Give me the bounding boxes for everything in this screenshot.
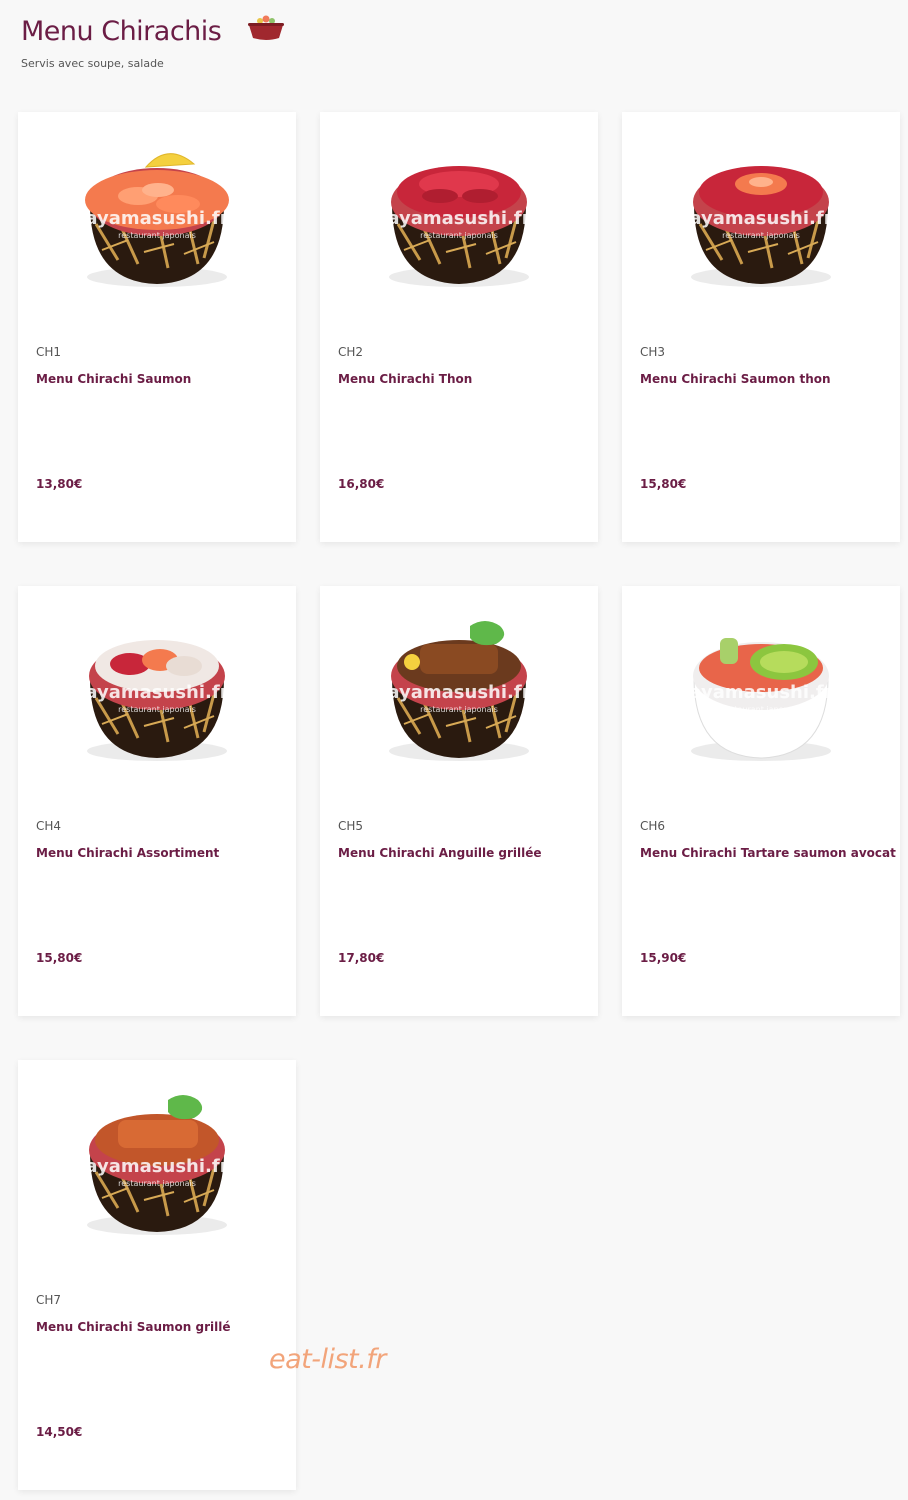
- item-code: CH6: [640, 819, 666, 833]
- svg-text:restaurant japonais: restaurant japonais: [118, 1179, 196, 1188]
- svg-text:restaurant japonais: restaurant japonais: [118, 231, 196, 240]
- salmon-bowl-photo: ayamasushi.fr restaurant japonais: [18, 112, 296, 332]
- menu-item-card[interactable]: ayamasushi.fr restaurant japonais CH7 Me…: [18, 1060, 296, 1490]
- svg-text:ayamasushi.fr: ayamasushi.fr: [85, 1156, 228, 1177]
- item-name[interactable]: Menu Chirachi Saumon thon: [640, 372, 831, 386]
- tartare-avocado-bowl-photo: ayamasushi.fr restaurant japonais: [622, 586, 900, 806]
- item-code: CH4: [36, 819, 62, 833]
- site-watermark: eat-list.fr: [269, 1344, 386, 1375]
- svg-text:ayamasushi.fr: ayamasushi.fr: [689, 208, 832, 229]
- item-name[interactable]: Menu Chirachi Assortiment: [36, 846, 219, 860]
- grilled-salmon-bowl-photo: ayamasushi.fr restaurant japonais: [18, 1060, 296, 1280]
- item-name[interactable]: Menu Chirachi Anguille grillée: [338, 846, 542, 860]
- svg-text:ayamasushi.fr: ayamasushi.fr: [85, 208, 228, 229]
- item-name[interactable]: Menu Chirachi Saumon: [36, 372, 191, 386]
- svg-text:restaurant japonais: restaurant japonais: [722, 705, 800, 714]
- menu-item-card[interactable]: ayamasushi.fr restaurant japonais CH1 Me…: [18, 112, 296, 542]
- item-name[interactable]: Menu Chirachi Saumon grillé: [36, 1320, 231, 1334]
- tuna-bowl-photo: ayamasushi.fr restaurant japonais: [320, 112, 598, 332]
- svg-text:restaurant japonais: restaurant japonais: [420, 231, 498, 240]
- item-price: 15,90€: [640, 951, 687, 965]
- item-code: CH1: [36, 345, 62, 359]
- item-price: 13,80€: [36, 477, 83, 491]
- menu-item-card[interactable]: ayamasushi.fr restaurant japonais CH6 Me…: [622, 586, 900, 1016]
- page-subtitle: Servis avec soupe, salade: [21, 57, 164, 70]
- page-header: Menu Chirachis Servis avec soupe, salade: [21, 14, 286, 70]
- svg-text:ayamasushi.fr: ayamasushi.fr: [387, 208, 530, 229]
- item-name[interactable]: Menu Chirachi Tartare saumon avocat: [640, 846, 896, 860]
- svg-text:restaurant japonais: restaurant japonais: [722, 231, 800, 240]
- svg-text:restaurant japonais: restaurant japonais: [118, 705, 196, 714]
- item-price: 15,80€: [36, 951, 83, 965]
- item-code: CH3: [640, 345, 666, 359]
- item-name[interactable]: Menu Chirachi Thon: [338, 372, 472, 386]
- menu-item-card[interactable]: ayamasushi.fr restaurant japonais CH4 Me…: [18, 586, 296, 1016]
- svg-text:ayamasushi.fr: ayamasushi.fr: [387, 682, 530, 703]
- assorted-bowl-photo: ayamasushi.fr restaurant japonais: [18, 586, 296, 806]
- page-title: Menu Chirachis: [21, 16, 222, 47]
- svg-text:ayamasushi.fr: ayamasushi.fr: [689, 682, 832, 703]
- item-code: CH7: [36, 1293, 62, 1307]
- item-code: CH5: [338, 819, 364, 833]
- item-price: 16,80€: [338, 477, 385, 491]
- item-price: 14,50€: [36, 1425, 83, 1439]
- item-code: CH2: [338, 345, 364, 359]
- svg-text:restaurant japonais: restaurant japonais: [420, 705, 498, 714]
- item-price: 17,80€: [338, 951, 385, 965]
- menu-item-card[interactable]: ayamasushi.fr restaurant japonais CH3 Me…: [622, 112, 900, 542]
- menu-item-card[interactable]: ayamasushi.fr restaurant japonais CH5 Me…: [320, 586, 598, 1016]
- bowl-icon: [246, 14, 286, 46]
- svg-text:ayamasushi.fr: ayamasushi.fr: [85, 682, 228, 703]
- menu-item-card[interactable]: ayamasushi.fr restaurant japonais CH2 Me…: [320, 112, 598, 542]
- salmon-tuna-bowl-photo: ayamasushi.fr restaurant japonais: [622, 112, 900, 332]
- item-price: 15,80€: [640, 477, 687, 491]
- eel-bowl-photo: ayamasushi.fr restaurant japonais: [320, 586, 598, 806]
